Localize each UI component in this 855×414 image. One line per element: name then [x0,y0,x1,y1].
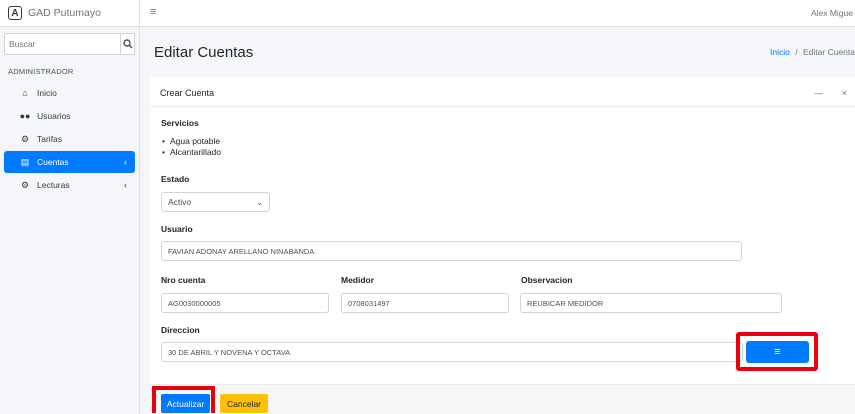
highlight-box [736,332,818,371]
breadcrumb-current: Editar Cuenta [803,47,855,57]
card-header: Crear Cuenta — × [150,80,855,107]
search-input[interactable] [5,34,120,54]
home-icon: ⌂ [22,88,28,98]
observacion-value: REUBICAR MEDIDOR [527,298,604,308]
sidebar-item-cuentas[interactable]: ▤ Cuentas ‹ [4,151,135,173]
sidebar-item-lecturas[interactable]: ⚙ Lecturas ‹ [4,174,135,196]
usuario-field[interactable]: FAVIAN ADONAY ARELLANO NINABANDA [161,241,742,261]
breadcrumb-home-link[interactable]: Inicio [770,47,790,57]
chevron-down-icon: ⌄ [256,198,263,207]
sidebar-item-tarifas[interactable]: ⚙ Tarifas [4,128,135,150]
menu-toggle-icon[interactable]: ≡ [150,6,156,18]
nro-cuenta-label: Nro cuenta [161,275,206,285]
sidebar: A GAD Putumayo ADMINISTRADOR ⌂ Inicio ●●… [0,0,140,414]
direccion-field[interactable]: 30 DE ABRIL Y NOVENA Y OCTAVA [161,342,743,362]
list-item: Alcantarillado [162,147,221,158]
breadcrumb-separator: / [795,47,798,57]
observacion-label: Observacion [521,275,573,285]
search-button[interactable] [120,34,134,54]
breadcrumb: Inicio / Editar Cuenta [770,47,855,57]
direccion-value: 30 DE ABRIL Y NOVENA Y OCTAVA [168,347,291,357]
nro-cuenta-value: AG0030000005 [168,298,221,308]
brand-logo-icon: A [8,6,22,20]
page-title: Editar Cuentas [154,44,254,61]
usuario-value: FAVIAN ADONAY ARELLANO NINABANDA [168,246,315,256]
brand-name: GAD Putumayo [28,7,101,19]
user-name[interactable]: Alex Migue [811,8,853,18]
estado-select[interactable]: Activo ⌄ [161,192,270,212]
sidebar-item-label: Cuentas [37,157,69,167]
readings-icon: ⚙ [20,179,30,190]
medidor-field[interactable]: 0708031497 [341,293,509,313]
tarifas-icon: ⚙ [20,133,30,144]
estado-selected-value: Activo [168,197,192,207]
sidebar-nav: ⌂ Inicio ●● Usuarios ⚙ Tarifas ▤ Cuentas… [0,82,139,196]
medidor-label: Medidor [341,275,375,285]
nro-cuenta-field[interactable]: AG0030000005 [161,293,329,313]
accounts-icon: ▤ [20,156,30,167]
sidebar-search [4,33,135,55]
top-navbar: ≡ Alex Migue [140,0,855,27]
chevron-left-icon: ‹ [124,180,127,190]
direccion-label: Direccion [161,325,200,335]
cancel-button[interactable]: Cancelar [220,394,268,413]
medidor-value: 0708031497 [348,298,390,308]
list-item: Agua potable [162,136,221,147]
services-list: Agua potable Alcantarillado [162,136,221,158]
usuario-label: Usuario [161,224,193,234]
search-icon [122,39,133,49]
estado-label: Estado [161,174,190,184]
sidebar-item-usuarios[interactable]: ●● Usuarios [4,105,135,127]
brand[interactable]: A GAD Putumayo [0,0,139,27]
sidebar-item-inicio[interactable]: ⌂ Inicio [4,82,135,104]
sidebar-item-label: Lecturas [37,180,70,190]
sidebar-item-label: Tarifas [37,134,63,144]
chevron-left-icon: ‹ [124,157,127,167]
card-title: Crear Cuenta [160,88,215,98]
nav-section-header: ADMINISTRADOR [8,67,74,76]
servicios-label: Servicios [161,118,199,128]
highlight-box [152,386,215,413]
card-tools[interactable]: — × [814,88,855,98]
users-icon: ●● [19,111,31,121]
observacion-field[interactable]: REUBICAR MEDIDOR [520,293,782,313]
sidebar-item-label: Inicio [37,88,57,98]
sidebar-item-label: Usuarios [37,111,71,121]
